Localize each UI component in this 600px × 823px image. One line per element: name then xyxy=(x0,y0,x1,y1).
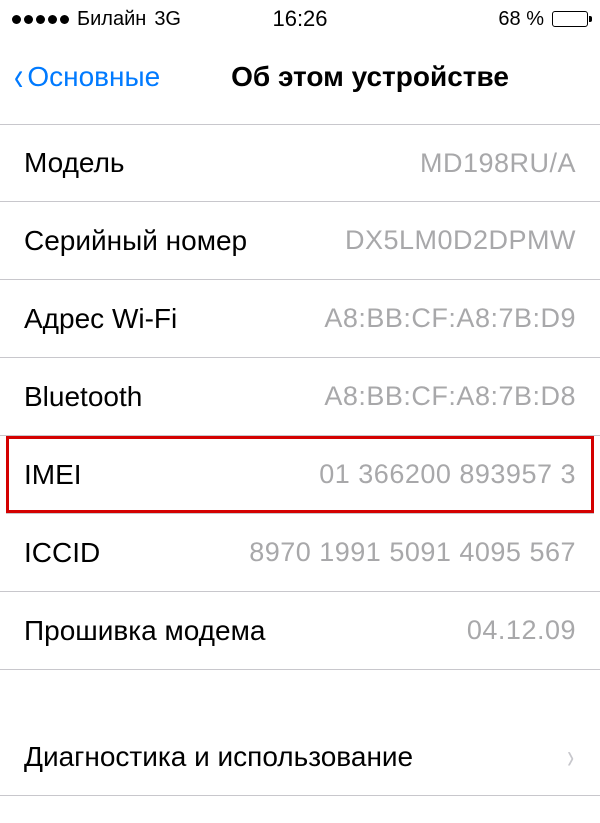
row-bluetooth[interactable]: Bluetooth A8:BB:CF:A8:7B:D8 xyxy=(0,358,600,436)
row-label: ICCID xyxy=(24,537,100,569)
battery-percentage: 68 % xyxy=(498,8,544,31)
row-value: 01 366200 893957 3 xyxy=(319,459,576,490)
row-value: DX5LM0D2DPMW xyxy=(345,225,576,256)
section-gap xyxy=(0,670,600,718)
row-model[interactable]: Модель MD198RU/A xyxy=(0,124,600,202)
carrier-label: Билайн xyxy=(77,8,146,31)
back-label: Основные xyxy=(27,61,160,93)
row-label: Bluetooth xyxy=(24,381,142,413)
row-value: 8970 1991 5091 4095 567 xyxy=(249,537,576,568)
row-label: Адрес Wi-Fi xyxy=(24,303,177,335)
status-left: Билайн 3G xyxy=(12,8,181,31)
row-value: A8:BB:CF:A8:7B:D9 xyxy=(324,303,576,334)
row-value: MD198RU/A xyxy=(420,148,576,179)
row-label: Серийный номер xyxy=(24,225,247,257)
about-list: Модель MD198RU/A Серийный номер DX5LM0D2… xyxy=(0,124,600,796)
battery-icon xyxy=(552,11,588,27)
row-imei[interactable]: IMEI 01 366200 893957 3 xyxy=(6,436,594,514)
row-wifi[interactable]: Адрес Wi-Fi A8:BB:CF:A8:7B:D9 xyxy=(0,280,600,358)
row-value: 04.12.09 xyxy=(467,615,576,646)
signal-strength-icon xyxy=(12,15,69,24)
status-bar: Билайн 3G 16:26 68 % xyxy=(0,0,600,38)
row-label: Диагностика и использование xyxy=(24,741,413,773)
row-value: A8:BB:CF:A8:7B:D8 xyxy=(324,381,576,412)
row-label: IMEI xyxy=(24,459,82,491)
row-label: Модель xyxy=(24,147,125,179)
row-serial[interactable]: Серийный номер DX5LM0D2DPMW xyxy=(0,202,600,280)
network-type: 3G xyxy=(154,8,181,31)
chevron-right-icon: › xyxy=(567,740,574,774)
row-iccid[interactable]: ICCID 8970 1991 5091 4095 567 xyxy=(0,514,600,592)
chevron-left-icon: ‹ xyxy=(14,57,23,97)
status-right: 68 % xyxy=(498,8,588,31)
row-firmware[interactable]: Прошивка модема 04.12.09 xyxy=(0,592,600,670)
row-diagnostics[interactable]: Диагностика и использование › xyxy=(0,718,600,796)
back-button[interactable]: ‹ Основные xyxy=(12,57,160,97)
row-label: Прошивка модема xyxy=(24,615,265,647)
navigation-bar: ‹ Основные Об этом устройстве xyxy=(0,38,600,116)
